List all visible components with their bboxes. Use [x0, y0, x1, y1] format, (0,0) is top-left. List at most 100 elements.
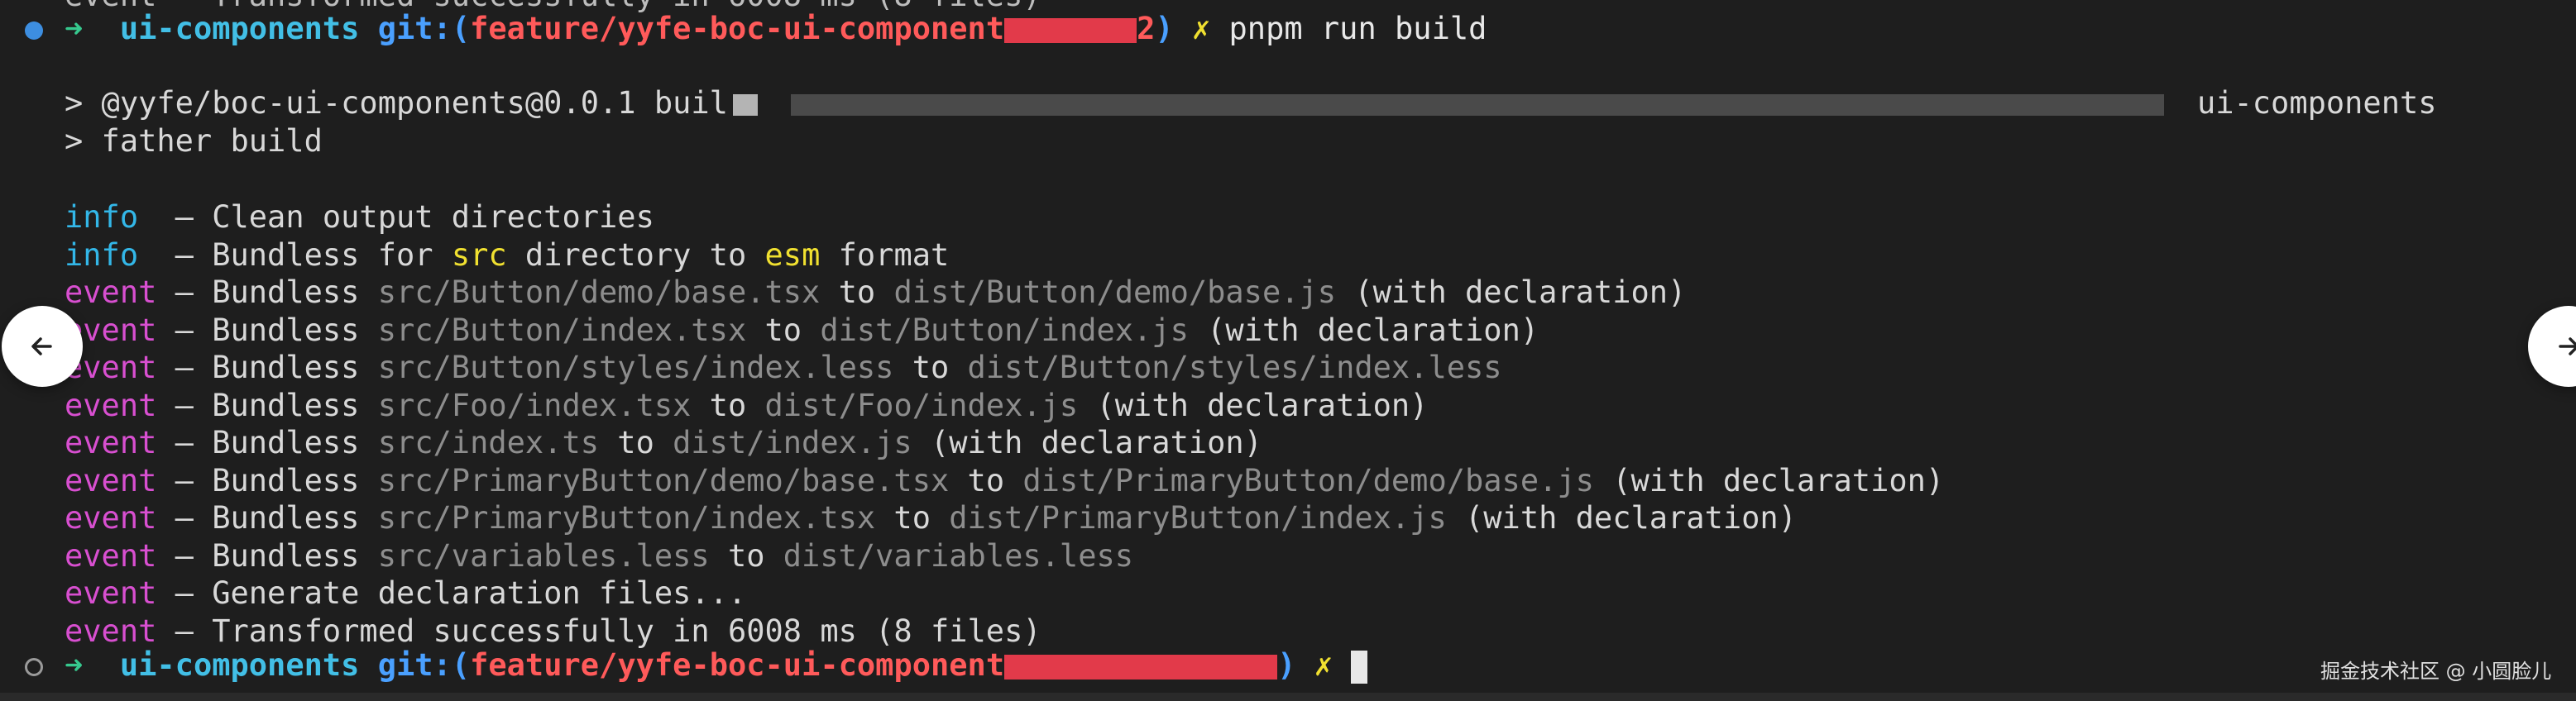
log-line: info – Clean output directories — [65, 198, 654, 236]
redaction-mark — [790, 93, 2164, 116]
arrow-left-icon — [31, 337, 52, 355]
log-line: event – Generate declaration files... — [65, 575, 746, 613]
log-separator: – — [156, 575, 213, 611]
build-script-line: > @yyfe/boc-ui-components@0.0.1 buil ui-c… — [65, 84, 2437, 122]
log-level: event — [65, 425, 157, 460]
file-path: dist/PrimaryButton/demo/base.js — [1022, 462, 1594, 498]
log-text: Bundless for — [212, 236, 452, 273]
dirty-mark: ✗ — [1191, 11, 1211, 46]
log-text: directory to — [506, 236, 765, 273]
log-line: event – Bundless src/Button/demo/base.ts… — [65, 274, 1686, 312]
log-text: esm — [764, 236, 821, 273]
prompt-directory: ui-components — [119, 11, 360, 46]
log-separator: – — [156, 537, 213, 574]
log-text: (with declaration) — [1593, 462, 1945, 498]
arrow-right-icon — [2559, 337, 2576, 355]
log-level: event — [65, 387, 157, 423]
log-line: event – Bundless src/PrimaryButton/demo/… — [65, 462, 1944, 500]
log-text: Clean output directories — [212, 199, 654, 235]
bottom-strip — [0, 693, 2576, 701]
git-close: ) — [1155, 11, 1174, 46]
log-text: (with declaration) — [1188, 312, 1539, 348]
file-path: src/Button/index.tsx — [377, 312, 747, 348]
log-level: event — [65, 462, 157, 498]
file-path: dist/index.js — [673, 425, 912, 460]
git-branch: feature/yyfe-boc-ui-component — [470, 11, 1005, 46]
log-text: src — [451, 236, 507, 273]
git-label: git:( — [377, 647, 471, 683]
file-path: dist/Foo/index.js — [764, 387, 1079, 423]
log-separator: – — [156, 425, 213, 460]
log-separator: – — [138, 236, 213, 273]
log-line: event – Bundless src/variables.less to d… — [65, 537, 1133, 575]
log-text: Bundless — [212, 500, 378, 536]
file-path: src/index.ts — [377, 425, 600, 460]
build-script-end: ui-components — [2196, 85, 2437, 121]
log-text: Generate declaration files... — [212, 575, 747, 611]
file-path: dist/Button/index.js — [820, 312, 1189, 348]
prompt-arrow: ➜ — [65, 11, 84, 46]
log-separator: – — [156, 613, 213, 649]
redaction-mark — [1004, 17, 1137, 43]
log-level: event — [65, 613, 157, 649]
prompt-status-icon — [25, 21, 43, 40]
log-level: event — [65, 575, 157, 611]
log-text: to — [709, 537, 783, 574]
prompt-arrow: ➜ — [65, 647, 84, 683]
log-text: Transformed successfully in 6008 ms (8 f… — [212, 613, 1041, 649]
log-separator: – — [156, 500, 213, 536]
log-text: (with declaration) — [1078, 387, 1429, 423]
git-close: ) — [1277, 647, 1296, 683]
log-text: to — [893, 350, 968, 385]
file-path: src/PrimaryButton/demo/base.tsx — [377, 462, 950, 498]
dirty-mark: ✗ — [1314, 647, 1333, 683]
log-separator: – — [138, 199, 213, 235]
file-path: dist/PrimaryButton/index.js — [949, 500, 1447, 536]
log-separator: – — [156, 350, 213, 385]
log-text: to — [875, 500, 950, 536]
log-text: Bundless — [212, 387, 378, 423]
log-text: to — [820, 274, 894, 310]
file-path: dist/variables.less — [783, 537, 1134, 574]
build-script-text: > @yyfe/boc-ui-components@0.0.1 buil — [65, 85, 728, 121]
file-path: src/PrimaryButton/index.tsx — [377, 500, 876, 536]
log-text: Bundless — [212, 462, 378, 498]
log-separator: – — [156, 462, 213, 498]
redaction-mark — [732, 93, 758, 116]
file-path: src/Button/styles/index.less — [377, 350, 894, 385]
log-level: event — [65, 274, 157, 310]
text-cursor[interactable] — [1351, 650, 1368, 684]
log-level: event — [65, 500, 157, 536]
file-path: dist/Button/styles/index.less — [967, 350, 1502, 385]
log-line: event – Bundless src/Foo/index.tsx to di… — [65, 387, 1428, 425]
father-build-line: > father build — [65, 123, 323, 159]
log-text: Bundless — [212, 312, 378, 348]
log-level: info — [65, 236, 139, 273]
log-separator: – — [156, 312, 213, 348]
log-text: Bundless — [212, 350, 378, 385]
file-path: src/Button/demo/base.tsx — [377, 274, 821, 310]
log-text: (with declaration) — [1336, 274, 1687, 310]
terminal-output[interactable]: event – Transformed successfully in 6008… — [0, 0, 2576, 701]
file-path: dist/Button/demo/base.js — [893, 274, 1337, 310]
file-path: src/Foo/index.tsx — [377, 387, 692, 423]
log-line: event – Bundless src/index.ts to dist/in… — [65, 424, 1262, 462]
log-line: info – Bundless for src directory to esm… — [65, 236, 949, 274]
log-line: event – Bundless src/PrimaryButton/index… — [65, 499, 1797, 537]
watermark: 掘金技术社区 @ 小圆脸儿 — [2320, 660, 2552, 683]
prompt-line-current[interactable]: ➜ ui-components git:(feature/yyfe-boc-ui… — [25, 646, 1368, 684]
file-path: src/variables.less — [377, 537, 710, 574]
previous-button[interactable] — [2, 306, 83, 387]
git-branch-tail: 2 — [1137, 11, 1156, 46]
log-text: Bundless — [212, 425, 378, 460]
log-line: event – Bundless src/Button/index.tsx to… — [65, 312, 1539, 350]
git-branch: feature/yyfe-boc-ui-component — [470, 647, 1005, 683]
log-level: event — [65, 537, 157, 574]
log-text: to — [746, 312, 821, 348]
command-text: pnpm run build — [1228, 11, 1487, 46]
redaction-mark — [1004, 654, 1278, 680]
log-text: (with declaration) — [912, 425, 1262, 460]
log-line: event – Transformed successfully in 6008… — [65, 613, 1041, 651]
prompt-status-icon — [25, 657, 43, 676]
git-label: git:( — [377, 11, 471, 46]
